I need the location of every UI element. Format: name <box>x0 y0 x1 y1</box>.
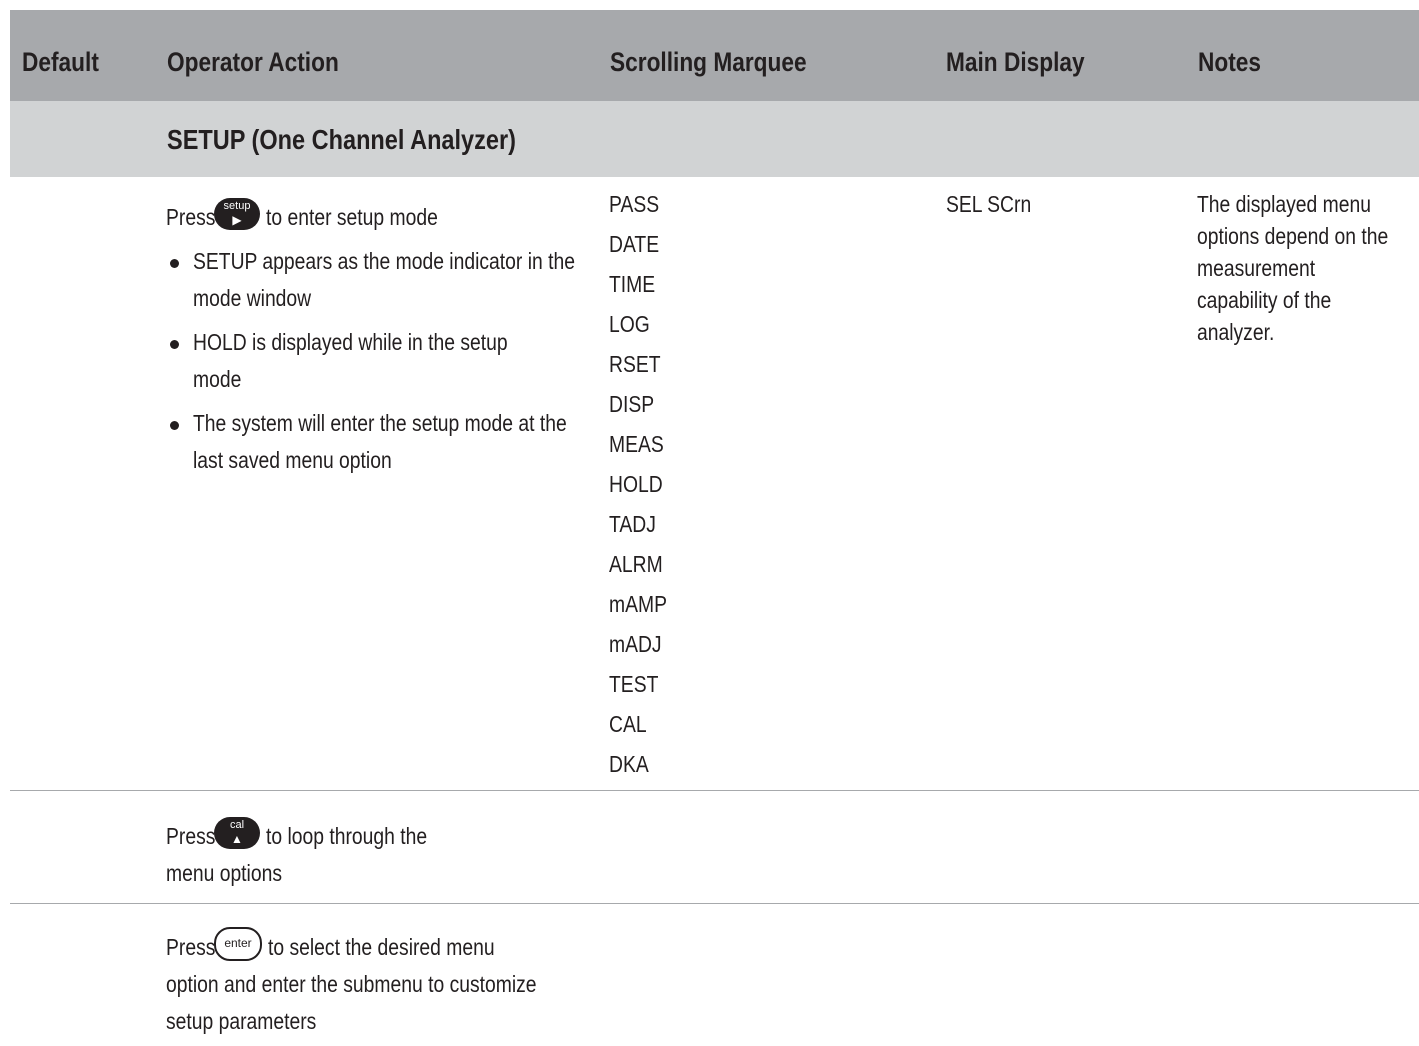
list-item: DATE <box>609 231 660 257</box>
play-triangle-icon: ▶ <box>232 212 242 227</box>
row-1-action-suffix: to enter setup mode <box>266 204 438 230</box>
row-3-action-line3: setup parameters <box>166 1008 317 1034</box>
list-item: DISP <box>609 391 655 417</box>
list-item: mAMP <box>609 591 667 617</box>
row-divider <box>10 903 1419 904</box>
row-2-operator-action: Press cal ▲ to loop through the menu opt… <box>166 816 606 892</box>
list-item: mADJ <box>609 631 662 657</box>
list-item: TIME <box>609 271 656 297</box>
row-1-notes: The displayed menu options depend on the… <box>1197 191 1389 345</box>
list-item: PASS <box>609 191 660 217</box>
table-header-row: Default Operator Action Scrolling Marque… <box>10 10 1419 101</box>
header-operator-action: Operator Action <box>167 47 339 77</box>
row-2-action-suffix: to loop through the <box>266 823 428 849</box>
section-row: SETUP (One Channel Analyzer) <box>10 101 1419 177</box>
header-scrolling-marquee: Scrolling Marquee <box>610 47 807 77</box>
row-divider <box>10 790 1419 791</box>
row-3-action-line2: option and enter the submenu to customiz… <box>166 971 537 997</box>
list-item: LOG <box>609 311 650 337</box>
row-3-operator-action: Press enter to select the desired menu o… <box>166 926 616 1040</box>
list-item: MEAS <box>609 431 664 457</box>
enter-key-icon[interactable]: enter <box>214 926 262 961</box>
press-text: Press <box>166 204 216 230</box>
list-item: HOLD is displayed while in the setup mod… <box>166 324 656 398</box>
list-item: ALRM <box>609 551 663 577</box>
header-notes: Notes <box>1198 47 1262 77</box>
up-triangle-icon: ▲ <box>231 831 243 846</box>
row-2-action-line2: menu options <box>166 860 282 886</box>
cal-key-label: cal <box>229 818 245 831</box>
scrolling-marquee-list: PASS DATE TIME LOG RSET DISP MEAS HOLD T… <box>609 184 678 784</box>
list-item: The system will enter the setup mode at … <box>166 405 656 479</box>
header-default: Default <box>22 47 99 77</box>
cal-key-icon[interactable]: cal ▲ <box>214 816 260 849</box>
press-text: Press <box>166 823 216 849</box>
row-1-instruction: Press setup ▶ to enter setup mode <box>166 197 606 236</box>
list-item: TEST <box>609 671 659 697</box>
header-main-display: Main Display <box>946 47 1085 77</box>
section-title: SETUP (One Channel Analyzer) <box>167 124 516 155</box>
list-item: SETUP appears as the mode indicator in t… <box>166 243 656 317</box>
list-item: HOLD <box>609 471 663 497</box>
list-item: CAL <box>609 711 647 737</box>
setup-key-icon[interactable]: setup ▶ <box>214 197 260 230</box>
list-item: TADJ <box>609 511 656 537</box>
enter-key-label: enter <box>224 935 252 950</box>
main-display-value: SEL SCrn <box>946 191 1032 217</box>
list-item: RSET <box>609 351 661 377</box>
row-1-operator-action: Press setup ▶ to enter setup mode SETUP … <box>166 197 606 479</box>
row-3-action-suffix: to select the desired menu <box>268 934 495 960</box>
list-item: DKA <box>609 751 649 777</box>
press-text: Press <box>166 934 216 960</box>
row-1-bullet-list: SETUP appears as the mode indicator in t… <box>166 243 656 479</box>
setup-key-label: setup <box>223 199 251 212</box>
